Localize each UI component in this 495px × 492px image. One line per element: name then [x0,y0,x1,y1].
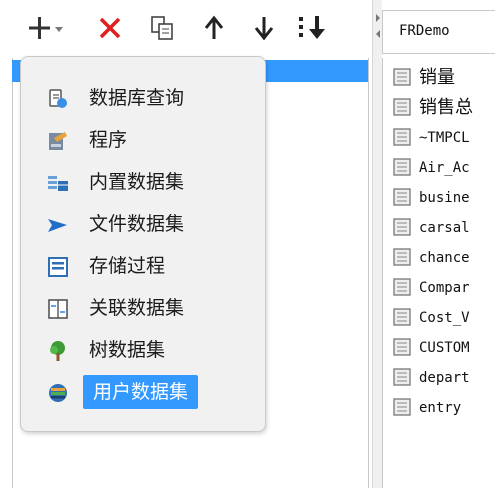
table-name: CUSTOM [419,340,470,356]
table-list-item[interactable]: ~TMPCL [383,122,495,152]
builtin-dataset-icon [48,176,68,191]
stored-procedure-icon [48,257,68,277]
table-icon [393,218,411,236]
table-name: depart [419,370,470,386]
right-panel: FRDemo 销量 销售总 ~TMPCL Air_Ac busine carsa… [382,0,495,488]
table-list-item[interactable]: Compar [383,272,495,302]
menu-item-label: 用户数据集 [83,375,199,409]
user-dataset-icon [49,384,67,402]
table-name: carsal [419,220,470,236]
arrow-down-icon [254,17,274,41]
menu-item-label: 内置数据集 [89,171,185,193]
file-dataset-icon [48,219,67,232]
table-list-item[interactable]: entry [383,392,495,422]
table-icon [393,308,411,326]
connection-selector[interactable]: FRDemo [382,10,495,54]
delete-button[interactable] [90,8,130,48]
tree-icon [50,341,65,361]
menu-item-tree-dataset[interactable]: 树数据集 [21,329,265,371]
table-name: busine [419,190,470,206]
table-list-item[interactable]: Cost_V [383,302,495,332]
table-name: 销量 [419,67,455,88]
move-up-button[interactable] [194,8,234,48]
add-dataset-menu: 数据库查询 程序 内置数据集 文件数据集 存储过程 关联数据集 树数据集 用户数… [20,56,266,432]
menu-item-label: 数据库查询 [89,87,185,109]
menu-item-program[interactable]: 程序 [21,119,265,161]
related-dataset-icon [48,299,68,319]
copy-button[interactable] [142,8,182,48]
delete-x-icon [99,17,121,39]
table-list-item[interactable]: carsal [383,212,495,242]
table-name: Air_Ac [419,160,470,176]
table-icon [393,128,411,146]
table-icon [393,278,411,296]
menu-item-related-dataset[interactable]: 关联数据集 [21,287,265,329]
table-list-item[interactable]: busine [383,182,495,212]
program-icon [49,132,67,150]
table-list[interactable]: 销量 销售总 ~TMPCL Air_Ac busine carsal chanc… [382,58,495,488]
table-name: entry [419,400,462,416]
database-query-icon [49,89,67,108]
add-dataset-button[interactable] [22,8,68,48]
arrow-up-icon [204,15,224,39]
menu-item-stored-procedure[interactable]: 存储过程 [21,245,265,287]
table-name: ~TMPCL [419,130,470,146]
table-list-item[interactable]: CUSTOM [383,332,495,362]
table-icon [393,98,411,116]
table-list-item[interactable]: Air_Ac [383,152,495,182]
table-icon [393,188,411,206]
table-icon [393,158,411,176]
table-list-item[interactable]: 销量 [383,62,495,92]
table-icon [393,248,411,266]
table-icon [393,338,411,356]
menu-item-label: 文件数据集 [89,213,185,235]
copy-icon [151,16,173,40]
table-name: chance [419,250,470,266]
left-panel: 数据库查询 程序 内置数据集 文件数据集 存储过程 关联数据集 树数据集 用户数… [0,0,372,488]
table-list-item[interactable]: 销售总 [383,92,495,122]
menu-item-user-dataset[interactable]: 用户数据集 [21,371,265,413]
table-icon [393,368,411,386]
plus-icon [29,17,63,39]
menu-item-label: 关联数据集 [89,297,185,319]
table-name: 销售总 [419,97,473,118]
table-list-item[interactable]: chance [383,242,495,272]
menu-item-builtin-dataset[interactable]: 内置数据集 [21,161,265,203]
table-icon [393,398,411,416]
toolbar [0,0,372,56]
connection-name: FRDemo [399,23,450,39]
table-icon [393,68,411,86]
menu-item-label: 树数据集 [89,339,166,361]
menu-item-label: 程序 [89,129,128,151]
table-name: Cost_V [419,310,470,326]
menu-item-database-query[interactable]: 数据库查询 [21,77,265,119]
sort-down-icon [299,16,325,39]
menu-item-label: 存储过程 [89,255,166,277]
sort-button[interactable] [290,8,336,48]
table-list-item[interactable]: depart [383,362,495,392]
move-down-button[interactable] [244,8,284,48]
table-name: Compar [419,280,470,296]
menu-item-file-dataset[interactable]: 文件数据集 [21,203,265,245]
